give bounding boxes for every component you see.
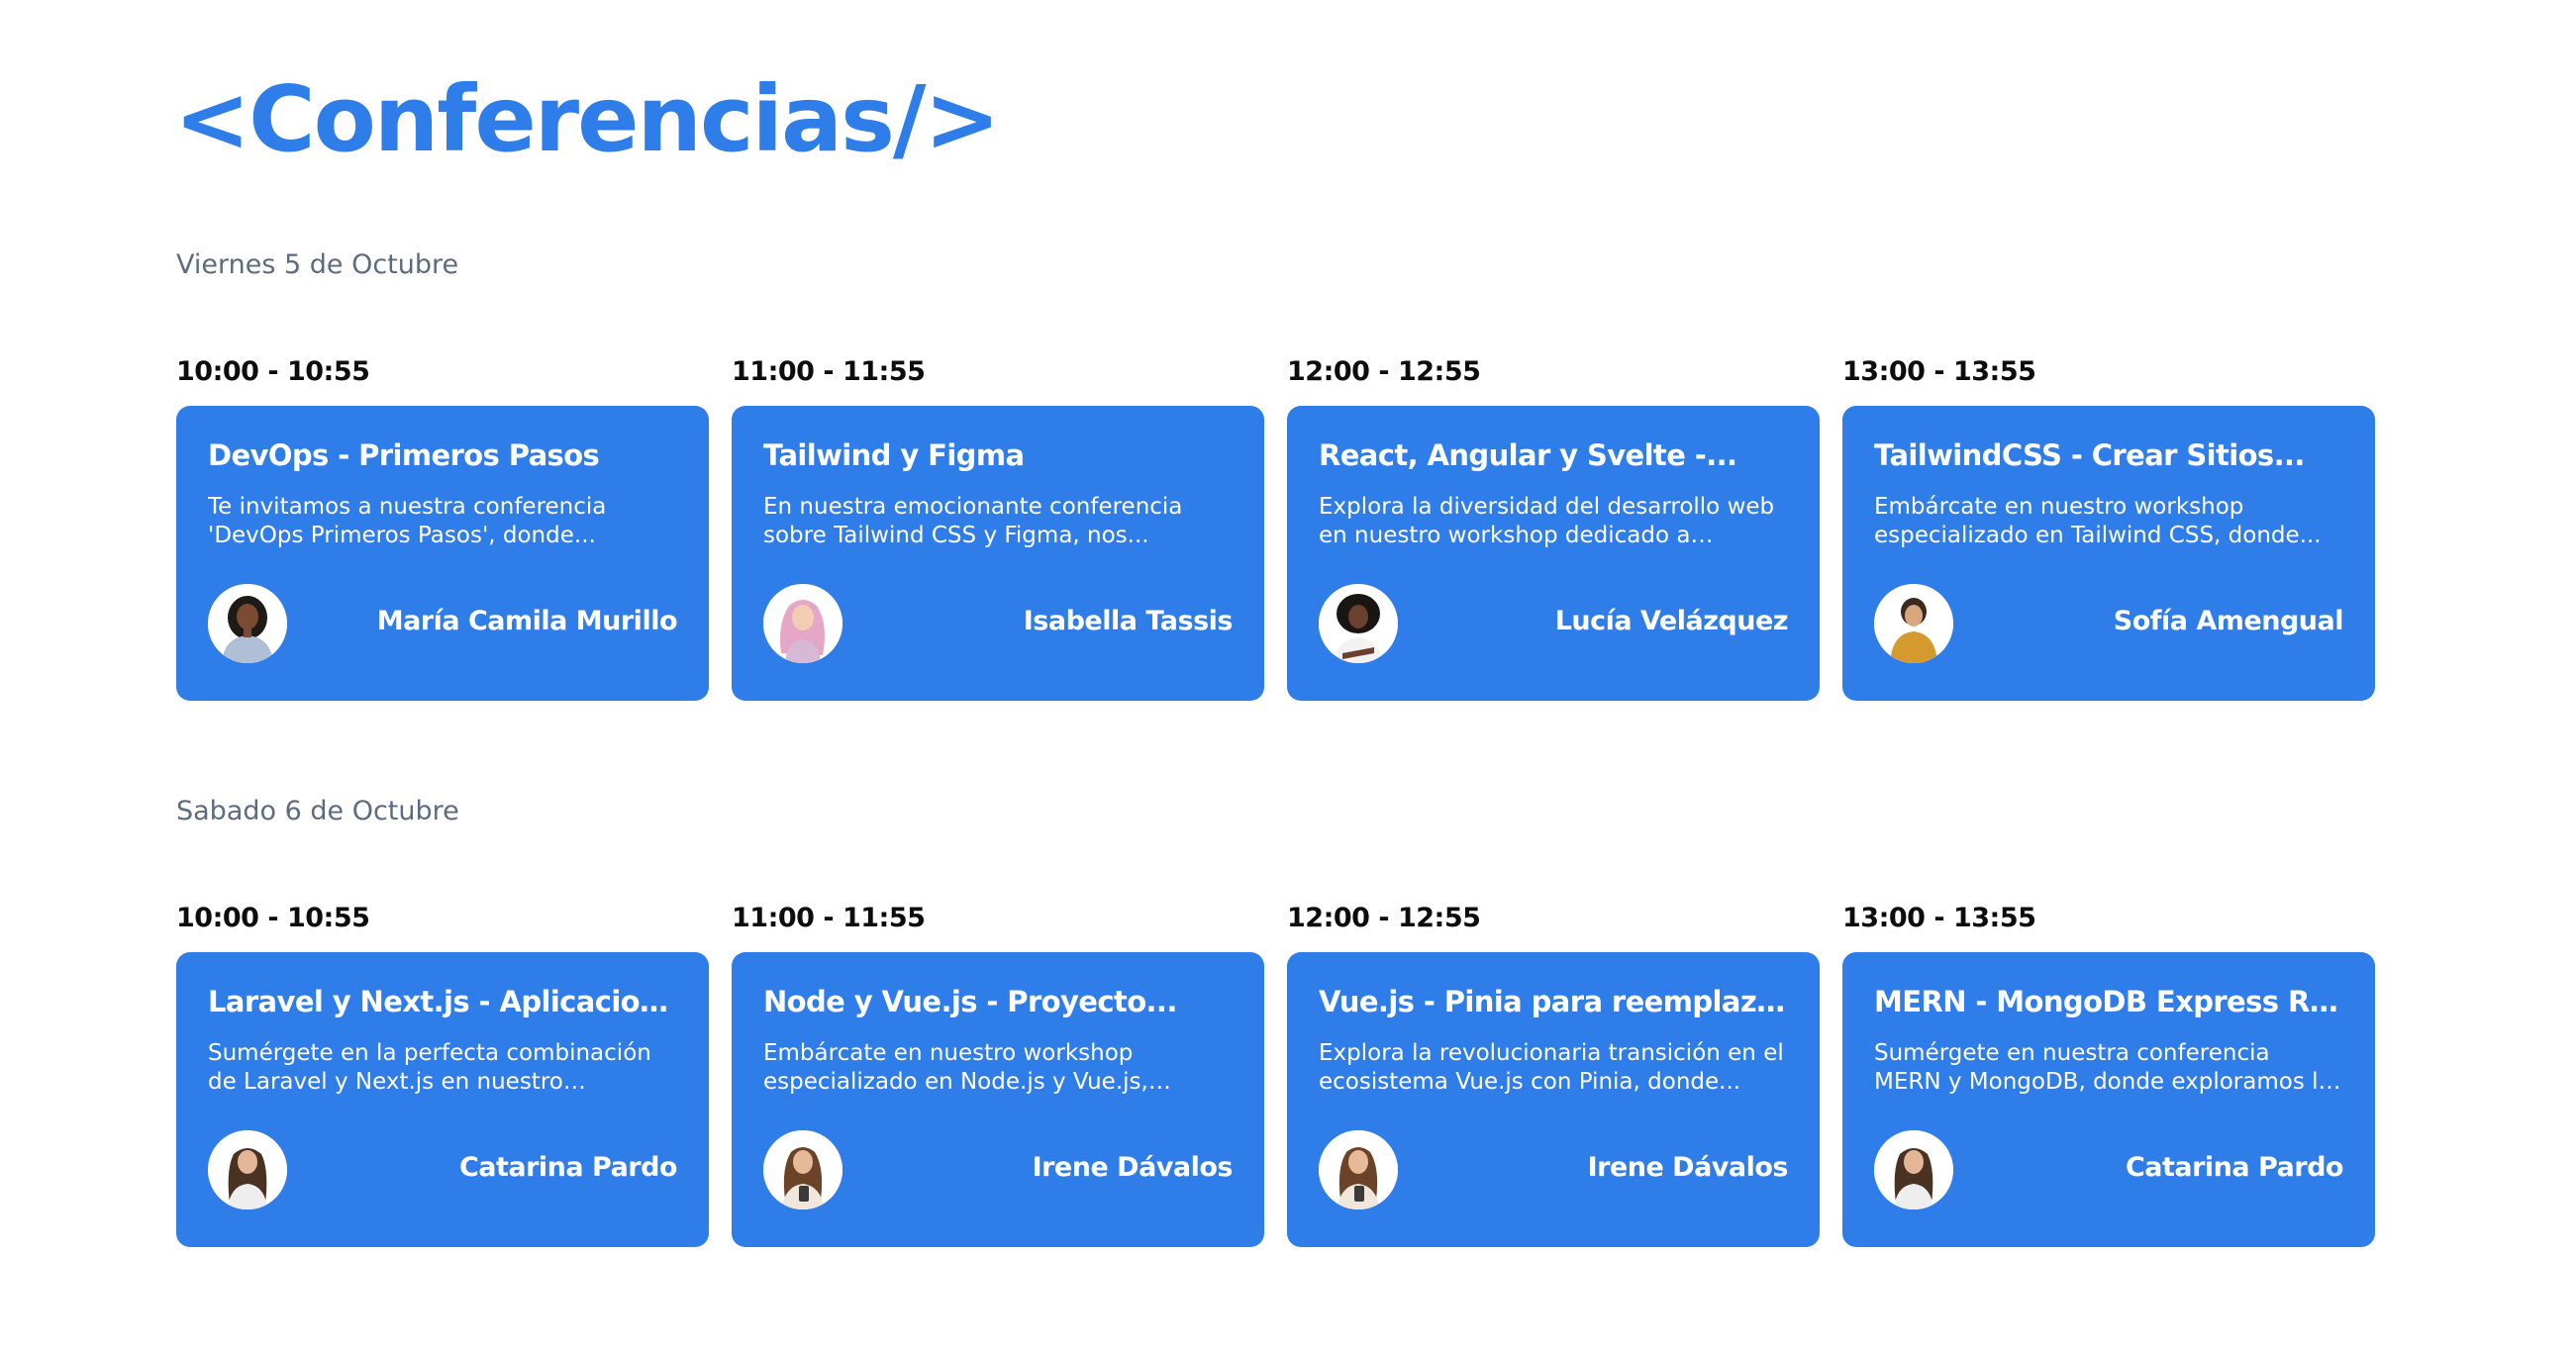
session-description: Sumérgete en la perfecta combinación de …: [208, 1040, 651, 1095]
speaker-name: Isabella Tassis: [1023, 606, 1234, 636]
chevron-right-icon: [2334, 1253, 2374, 1332]
session-footer: Lucía Velázquez: [1319, 584, 1789, 663]
session-footer: María Camila Murillo: [208, 584, 678, 663]
speaker-avatar: [1319, 584, 1398, 663]
session-slot: 11:00 - 11:55 Tailwind y Figma En nuestr…: [732, 352, 1264, 701]
session-slot: 13:00 - 13:55 TailwindCSS - Crear Sitios…: [1842, 352, 2375, 701]
session-time: 10:00 - 10:55: [176, 903, 370, 933]
carousel-prev-button[interactable]: [192, 1253, 232, 1332]
sessions-carousel: 10:00 - 10:55 Laravel y Next.js - Aplica…: [176, 899, 2375, 1247]
carousel-next-button[interactable]: [2334, 1253, 2374, 1332]
session-card[interactable]: Laravel y Next.js - Aplicacione... Sumér…: [176, 952, 709, 1247]
session-slot: 10:00 - 10:55 Laravel y Next.js - Aplica…: [176, 899, 709, 1247]
session-card[interactable]: Node y Vue.js - Proyecto... Embárcate en…: [732, 952, 1264, 1247]
speaker-avatar: [208, 584, 287, 663]
session-card[interactable]: Vue.js - Pinia para reemplazar... Explor…: [1287, 952, 1820, 1247]
carousel-prev-button[interactable]: [192, 707, 232, 786]
session-footer: Isabella Tassis: [763, 584, 1234, 663]
speaker-name: Irene Dávalos: [1032, 1152, 1234, 1183]
session-description: Embárcate en nuestro workshop especializ…: [1874, 494, 2322, 548]
session-description: Sumérgete en nuestra conferencia MERN y …: [1874, 1040, 2332, 1095]
day-label: Viernes 5 de Octubre: [176, 249, 459, 280]
session-slot: 12:00 - 12:55 React, Angular y Svelte -.…: [1287, 352, 1820, 701]
speaker-name: Irene Dávalos: [1587, 1152, 1789, 1183]
session-card[interactable]: DevOps - Primeros Pasos Te invitamos a n…: [176, 406, 709, 701]
session-description: En nuestra emocionante conferencia sobre…: [763, 494, 1183, 548]
session-time: 11:00 - 11:55: [732, 356, 926, 387]
session-description: Explora la revolucionaria transición en …: [1319, 1040, 1784, 1095]
session-time: 10:00 - 10:55: [176, 356, 370, 387]
chevron-left-icon: [192, 707, 232, 786]
session-title: Node y Vue.js - Proyecto...: [763, 985, 1177, 1018]
day-section-friday: Viernes 5 de Octubre 10:00 - 10:55 DevOp…: [176, 245, 2375, 774]
session-footer: Sofía Amengual: [1874, 584, 2344, 663]
session-card[interactable]: React, Angular y Svelte -... Explora la …: [1287, 406, 1820, 701]
session-title: Laravel y Next.js - Aplicacione...: [208, 985, 677, 1018]
session-description: Explora la diversidad del desarrollo web…: [1319, 494, 1775, 548]
session-slot: 13:00 - 13:55 MERN - MongoDB Express Rea…: [1842, 899, 2375, 1247]
session-time: 11:00 - 11:55: [732, 903, 926, 933]
session-description: Embárcate en nuestro workshop especializ…: [763, 1040, 1148, 1095]
session-footer: Catarina Pardo: [1874, 1130, 2344, 1209]
day-label: Sabado 6 de Octubre: [176, 796, 459, 826]
session-title: DevOps - Primeros Pasos: [208, 438, 600, 472]
session-time: 12:00 - 12:55: [1287, 356, 1481, 387]
carousel-next-button[interactable]: [2334, 707, 2374, 786]
session-time: 13:00 - 13:55: [1842, 903, 2036, 933]
session-title: MERN - MongoDB Express Rea...: [1874, 985, 2343, 1018]
speaker-avatar: [1874, 584, 1953, 663]
page-title: <Conferencias/>: [174, 66, 1001, 172]
session-description: Te invitamos a nuestra conferencia 'DevO…: [208, 494, 607, 548]
session-slot: 11:00 - 11:55 Node y Vue.js - Proyecto..…: [732, 899, 1264, 1247]
session-title: React, Angular y Svelte -...: [1319, 438, 1737, 472]
session-slot: 10:00 - 10:55 DevOps - Primeros Pasos Te…: [176, 352, 709, 701]
session-card[interactable]: MERN - MongoDB Express Rea... Sumérgete …: [1842, 952, 2375, 1247]
speaker-avatar: [763, 584, 842, 663]
speaker-name: María Camila Murillo: [376, 606, 678, 636]
session-footer: Irene Dávalos: [1319, 1130, 1789, 1209]
speaker-avatar: [1874, 1130, 1953, 1209]
sessions-carousel: 10:00 - 10:55 DevOps - Primeros Pasos Te…: [176, 352, 2375, 701]
session-footer: Irene Dávalos: [763, 1130, 1234, 1209]
session-title: Tailwind y Figma: [763, 438, 1025, 472]
speaker-name: Catarina Pardo: [458, 1152, 678, 1183]
session-time: 12:00 - 12:55: [1287, 903, 1481, 933]
session-card[interactable]: TailwindCSS - Crear Sitios... Embárcate …: [1842, 406, 2375, 701]
day-section-saturday: Sabado 6 de Octubre 10:00 - 10:55 Larave…: [176, 792, 2375, 1320]
session-time: 13:00 - 13:55: [1842, 356, 2036, 387]
speaker-avatar: [763, 1130, 842, 1209]
speaker-name: Catarina Pardo: [2125, 1152, 2344, 1183]
speaker-avatar: [208, 1130, 287, 1209]
speaker-name: Sofía Amengual: [2113, 606, 2344, 636]
speaker-avatar: [1319, 1130, 1398, 1209]
session-card[interactable]: Tailwind y Figma En nuestra emocionante …: [732, 406, 1264, 701]
session-slot: 12:00 - 12:55 Vue.js - Pinia para reempl…: [1287, 899, 1820, 1247]
chevron-left-icon: [192, 1253, 232, 1332]
chevron-right-icon: [2334, 707, 2374, 786]
session-footer: Catarina Pardo: [208, 1130, 678, 1209]
speaker-name: Lucía Velázquez: [1554, 606, 1789, 636]
session-title: TailwindCSS - Crear Sitios...: [1874, 438, 2305, 472]
session-title: Vue.js - Pinia para reemplazar...: [1319, 985, 1788, 1018]
